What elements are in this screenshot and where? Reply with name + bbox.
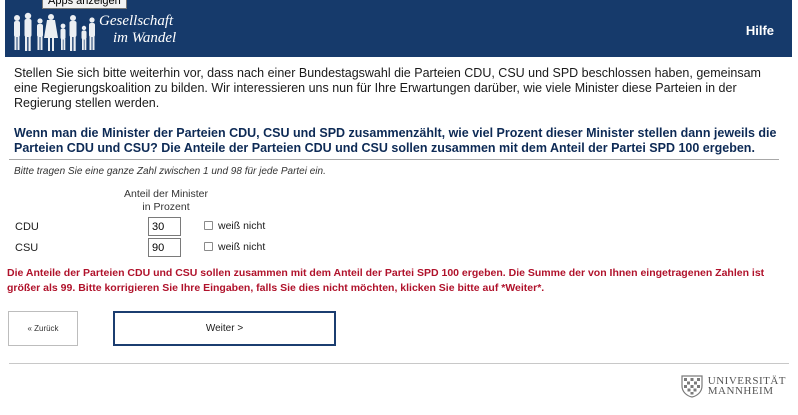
column-header-line-2: in Prozent — [142, 201, 190, 213]
cdu-dont-know-checkbox[interactable] — [204, 221, 213, 230]
project-logo-text: Gesellschaft im Wandel — [99, 13, 176, 47]
error-message: Die Anteile der Parteien CDU und CSU sol… — [7, 267, 765, 294]
csu-percent-input[interactable] — [148, 238, 181, 257]
intro-text: Stellen Sie sich bitte weiterhin vor, da… — [14, 66, 761, 110]
university-logo: UNIVERSITÄT MANNHEIM — [679, 374, 786, 398]
instruction-text: Bitte tragen Sie eine ganze Zahl zwische… — [14, 166, 326, 177]
next-button[interactable]: Weiter > — [113, 311, 336, 346]
party-label-cdu: CDU — [15, 221, 39, 233]
question-text: Wenn man die Minister der Parteien CDU, … — [14, 126, 777, 155]
university-name-line-2: MANNHEIM — [707, 385, 774, 397]
apps-tooltip: Apps anzeigen — [42, 0, 127, 9]
help-link[interactable]: Hilfe — [746, 23, 774, 38]
csu-dont-know-checkbox[interactable] — [204, 242, 213, 251]
divider — [9, 159, 779, 160]
university-crest-icon — [681, 375, 703, 398]
logo-line-2: im Wandel — [113, 30, 177, 46]
csu-dont-know-label[interactable]: weiß nicht — [218, 241, 265, 253]
people-silhouettes-logo — [14, 12, 95, 51]
back-button[interactable]: « Zurück — [8, 311, 78, 346]
party-label-csu: CSU — [15, 242, 39, 254]
logo-line-1: Gesellschaft — [99, 13, 174, 29]
cdu-dont-know-label[interactable]: weiß nicht — [218, 220, 265, 232]
footer-divider — [9, 363, 789, 364]
column-header: Anteil der Minister in Prozent — [118, 188, 214, 214]
column-header-line-1: Anteil der Minister — [123, 188, 209, 200]
cdu-percent-input[interactable] — [148, 217, 181, 236]
